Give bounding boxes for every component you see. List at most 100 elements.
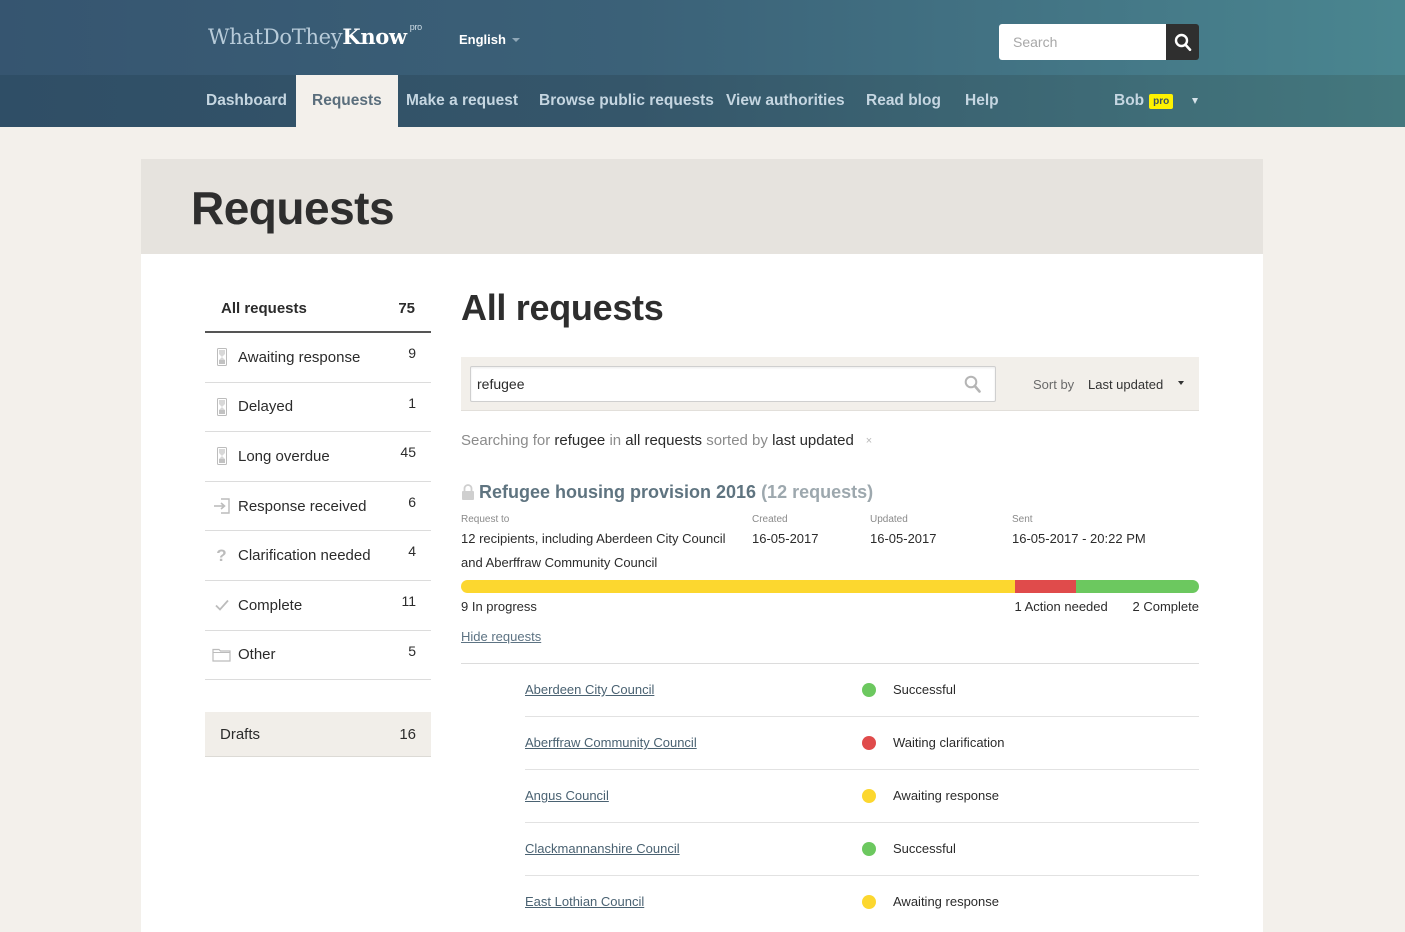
updated-label: Updated (870, 514, 908, 525)
hourglass-icon (205, 348, 238, 367)
request-row: Aberdeen City Council Successful (525, 664, 1199, 717)
clear-search-icon[interactable]: × (866, 435, 872, 447)
updated-value: 16-05-2017 (870, 531, 937, 546)
status-dot-icon (862, 895, 876, 909)
sidebar-item-count: 5 (408, 642, 416, 659)
summary-text: Searching for (461, 432, 551, 449)
nav-read-blog[interactable]: Read blog (866, 75, 941, 127)
requests-main: All requests Sort by Last updated Search… (461, 285, 1199, 929)
status-dot-icon (862, 842, 876, 856)
sidebar-item-delayed[interactable]: Delayed 1 (205, 383, 431, 433)
language-selector[interactable]: English (459, 32, 520, 47)
logo-pro-tag: pro (409, 22, 422, 32)
sidebar-item-count: 75 (398, 299, 415, 317)
sidebar-item-count: 4 (408, 543, 416, 560)
user-name: Bob (1114, 92, 1145, 109)
hide-requests-link[interactable]: Hide requests (461, 629, 541, 644)
sidebar-item-count: 9 (408, 345, 416, 361)
authority-link[interactable]: Aberffraw Community Council (525, 735, 697, 750)
status-dot-icon (862, 683, 876, 697)
summary-text: sorted by (706, 432, 768, 449)
sidebar-item-awaiting-response[interactable]: Awaiting response 9 (205, 333, 431, 383)
site-search-button[interactable] (1166, 24, 1199, 60)
check-icon (205, 599, 238, 612)
search-icon[interactable] (964, 375, 982, 399)
pro-badge: pro (1149, 93, 1174, 109)
request-status: Awaiting response (893, 894, 999, 909)
authority-link[interactable]: Angus Council (525, 788, 609, 803)
summary-query: refugee (554, 432, 606, 449)
summary-scope: all requests (625, 432, 703, 449)
nav-help[interactable]: Help (965, 75, 999, 127)
summary-text: in (609, 432, 622, 449)
authority-link[interactable]: East Lothian Council (525, 894, 644, 909)
search-icon (1174, 33, 1191, 51)
request-status: Successful (893, 682, 956, 697)
batch-request-title[interactable]: Refugee housing provision 2016 (12 reque… (461, 482, 1199, 503)
request-status: Awaiting response (893, 788, 999, 803)
caret-down-icon (1192, 98, 1199, 104)
site-header: WhatDoTheyKnow pro English (0, 0, 1405, 75)
batch-progress-bar (461, 580, 1199, 593)
sign-in-icon (205, 498, 238, 514)
request-to-value: and Aberffraw Community Council (461, 555, 658, 570)
sidebar-item-clarification-needed[interactable]: ? Clarification needed 4 (205, 531, 431, 581)
sort-label: Sort by (1033, 377, 1075, 392)
sidebar-item-label: All requests (221, 299, 307, 317)
progress-segment (1014, 580, 1076, 593)
batch-title-text: Refugee housing provision 2016 (479, 482, 757, 502)
sidebar-item-response-received[interactable]: Response received 6 (205, 482, 431, 532)
sidebar-item-count: 45 (400, 444, 416, 461)
sidebar-item-count: 1 (408, 394, 416, 411)
hourglass-icon (205, 397, 238, 416)
request-row: Aberffraw Community Council Waiting clari… (525, 717, 1199, 770)
authority-link[interactable]: Aberdeen City Council (525, 682, 654, 697)
sidebar-item-drafts[interactable]: Drafts 16 (205, 712, 431, 758)
request-to-value: 12 recipients, including Aberdeen City C… (461, 531, 726, 546)
nav-dashboard[interactable]: Dashboard (206, 75, 287, 127)
progress-segment-label: 2 Complete (1132, 599, 1199, 614)
created-value: 16-05-2017 (752, 531, 819, 546)
search-summary: Searching for refugee in all requests so… (461, 432, 1199, 449)
nav-browse-public-requests[interactable]: Browse public requests (539, 75, 714, 127)
caret-down-icon (1178, 380, 1185, 385)
folder-icon (205, 648, 238, 662)
lock-icon (461, 484, 475, 501)
request-status: Successful (893, 841, 956, 856)
request-row: Clackmannanshire Council Successful (525, 823, 1199, 876)
sidebar-item-other[interactable]: Other 5 (205, 631, 431, 681)
sidebar-item-label: Delayed (238, 398, 294, 416)
sidebar-item-label: Awaiting response (238, 348, 361, 366)
sidebar-item-label: Long overdue (238, 447, 330, 465)
requests-sidebar: All requests 75 Awaiting response 9 Dela… (205, 285, 431, 758)
sidebar-item-complete[interactable]: Complete 11 (205, 581, 431, 631)
sidebar-item-count: 6 (408, 493, 416, 510)
hourglass-icon (205, 447, 238, 466)
progress-segment-label: 1 Action needed (1014, 599, 1108, 614)
request-list: Aberdeen City Council Successful Aberffraw… (461, 663, 1199, 929)
user-menu[interactable]: Bob pro (1114, 75, 1199, 127)
request-to-label: Request to (461, 514, 510, 525)
authority-link[interactable]: Clackmannanshire Council (525, 841, 680, 856)
nav-view-authorities[interactable]: View authorities (726, 75, 845, 127)
sort-select[interactable]: Last updated (1088, 377, 1185, 392)
status-dot-icon (862, 789, 876, 803)
nav-requests[interactable]: Requests (296, 75, 398, 127)
sidebar-item-all-requests[interactable]: All requests 75 (205, 285, 431, 333)
created-label: Created (752, 514, 788, 525)
request-search-input[interactable] (470, 366, 996, 402)
sent-label: Sent (1012, 514, 1033, 525)
question-icon: ? (216, 545, 227, 565)
summary-sort: last updated (772, 432, 854, 449)
site-search (999, 24, 1199, 60)
language-label: English (459, 32, 506, 47)
page-header: Requests (141, 159, 1263, 254)
page-title: Requests (191, 182, 395, 234)
progress-segment (1076, 580, 1199, 593)
site-logo[interactable]: WhatDoTheyKnow pro (208, 22, 422, 49)
sidebar-item-label: Drafts (220, 725, 261, 743)
site-search-input[interactable] (999, 24, 1166, 60)
batch-meta: Request to 12 recipients, including Aber… (461, 514, 1199, 576)
sidebar-item-long-overdue[interactable]: Long overdue 45 (205, 432, 431, 482)
nav-make-request[interactable]: Make a request (406, 75, 518, 127)
